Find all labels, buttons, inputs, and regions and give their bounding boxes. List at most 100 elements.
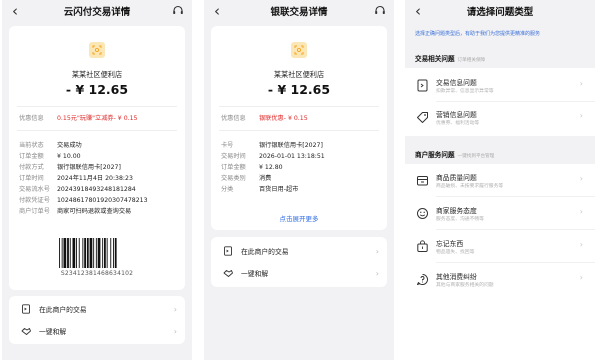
back-arrow-icon[interactable]: ‹ (415, 1, 421, 21)
chevron-right-icon: › (579, 273, 583, 282)
customer-service-icon[interactable] (374, 5, 386, 17)
chevron-right-icon: › (173, 304, 177, 314)
detail-key: 当前状态 (19, 142, 44, 149)
problem-item-marketing-info[interactable]: 营销信息问题 优惠券、福利活动等 › (405, 102, 595, 134)
item-title: 其他消费纠纷 (436, 273, 477, 281)
divider (17, 130, 177, 131)
package-icon (417, 176, 428, 186)
action-label: 一键和解 (39, 328, 67, 336)
item-desc: 扣款异常、信息显示异常等 (436, 89, 494, 94)
detail-value: ¥ 12.80 (259, 164, 283, 171)
detail-value: 银行银联信用卡[2027] (259, 142, 323, 149)
problem-item-transaction-info[interactable]: 交易信息问题 扣款异常、信息显示异常等 › (405, 70, 595, 102)
chevron-right-icon: › (579, 240, 583, 249)
one-click-settle-link[interactable]: 一键和解 › (211, 263, 387, 283)
merchant-transactions-link[interactable]: 在此商户的交易 › (9, 299, 185, 319)
document-icon (223, 246, 233, 256)
divider (436, 196, 595, 197)
nav-bar: ‹ 银联交易详情 (204, 0, 394, 22)
item-title: 交易信息问题 (436, 79, 477, 87)
detail-value: 20243918493248181284 (57, 186, 136, 193)
divider (219, 130, 379, 131)
problem-item-product-quality[interactable]: 商品质量问题 商品破损、未按要求履行服务等 › (405, 165, 595, 197)
detail-row: 分类 百货日用-超市 (221, 186, 381, 194)
back-arrow-icon[interactable]: ‹ (214, 1, 220, 21)
nav-bar: ‹ 请选择问题类型 (405, 0, 595, 22)
one-click-settle-link[interactable]: 一键和解 › (9, 321, 185, 341)
detail-key: 付款方式 (19, 164, 44, 171)
item-desc: 商品破损、未按要求履行服务等 (436, 184, 504, 189)
detail-row: 交易类别 消费 (221, 175, 381, 183)
detail-value: 百货日用-超市 (259, 186, 299, 193)
detail-key: 交易时间 (221, 153, 246, 160)
detail-key: 交易类别 (221, 175, 246, 182)
detail-row: 订单金额 ¥ 12.80 (221, 164, 381, 172)
action-label: 在此商户的交易 (241, 248, 289, 256)
detail-row: 交易时间 2026-01-01 13:18:51 (221, 153, 381, 161)
bag-icon (417, 240, 428, 252)
item-desc: 优惠券、福利活动等 (436, 121, 480, 126)
hint-text: 选择正确问题类型后，有助于我们为您提供更精准的服务 (415, 31, 541, 37)
divider (436, 229, 595, 230)
detail-row: 商户订单号 商家可扫码退款或查询交易 (19, 208, 179, 216)
tag-icon (417, 112, 428, 123)
handshake-icon (223, 268, 233, 278)
promo-value: 银联优惠- ¥ 0.15 (259, 115, 308, 122)
detail-key: 分类 (221, 186, 234, 193)
section-title-transaction: 交易相关问题 订单相关保障 (415, 53, 485, 63)
document-icon (21, 304, 31, 314)
merchant-transactions-link[interactable]: 在此商户的交易 › (211, 241, 387, 261)
chevron-right-icon: › (579, 111, 583, 120)
page-title: 云闪付交易详情 (63, 7, 131, 18)
detail-row: 订单金额 ¥ 10.00 (19, 153, 179, 161)
detail-value: 2026-01-01 13:18:51 (259, 153, 325, 160)
item-title: 营销信息问题 (436, 111, 477, 119)
transaction-card: 某某社区便利店 - ¥ 12.65 优惠信息 银联优惠- ¥ 0.15 卡号 银… (211, 26, 387, 230)
problem-item-other-disputes[interactable]: 其他消费纠纷 其他与商家服务相关的问题 › (405, 264, 595, 296)
detail-key: 订单金额 (19, 153, 44, 160)
detail-row: 当前状态 交易成功 (19, 142, 179, 150)
problem-item-forgot-items[interactable]: 忘记东西 物品遗失、找回等 › (405, 231, 595, 263)
screen-union-transaction-detail: ‹ 银联交易详情 某某社区便利店 - ¥ 12.65 优惠信息 银联优惠- ¥ … (204, 0, 394, 360)
handshake-icon (21, 326, 31, 336)
transaction-amount: - ¥ 12.65 (65, 82, 129, 97)
detail-value: 商家可扫码退款或查询交易 (57, 208, 132, 215)
question-chat-icon (417, 274, 428, 285)
problem-item-service-attitude[interactable]: 商家服务态度 服务态度、沟通不畅等 › (405, 198, 595, 230)
detail-value: 交易成功 (57, 142, 82, 149)
transaction-card: 某某社区便利店 - ¥ 12.65 优惠信息 0.15元"玩赚"立减券- ¥ 0… (9, 26, 185, 290)
screen-unionpay-transaction-detail: ‹ 云闪付交易详情 某某社区便利店 - ¥ 12.65 优惠信息 0.15元"玩… (2, 0, 192, 360)
divider (219, 106, 379, 107)
detail-key: 交易流水号 (19, 186, 50, 193)
customer-service-icon[interactable] (172, 5, 184, 17)
section-subtitle: 订单相关保障 (457, 58, 486, 63)
page-title: 请选择问题类型 (466, 7, 534, 18)
merchant-name: 某某社区便利店 (273, 70, 325, 79)
smiley-icon (417, 208, 428, 219)
action-card: 在此商户的交易 › 一键和解 › (211, 237, 387, 287)
chevron-right-icon: › (579, 174, 583, 183)
expand-more-link[interactable]: 点击展开更多 (211, 213, 387, 223)
chevron-right-icon: › (375, 268, 379, 278)
detail-value: 银行银联信用卡[2027] (57, 164, 121, 171)
detail-key: 卡号 (221, 142, 234, 149)
section-title-merchant: 商户服务问题 一键找到平台管理 (415, 149, 494, 159)
divider (436, 262, 595, 263)
action-card: 在此商户的交易 › 一键和解 › (9, 296, 185, 344)
detail-value: ¥ 10.00 (57, 153, 81, 160)
page-title: 银联交易详情 (270, 7, 328, 18)
merchant-icon (89, 42, 105, 58)
back-arrow-icon[interactable]: ‹ (12, 1, 18, 21)
detail-row: 交易流水号 20243918493248181284 (19, 186, 179, 194)
detail-key: 订单时间 (19, 175, 44, 182)
item-desc: 服务态度、沟通不畅等 (436, 217, 484, 222)
chevron-right-icon: › (375, 246, 379, 256)
item-title: 商家服务态度 (436, 207, 477, 215)
item-title: 商品质量问题 (436, 174, 477, 182)
divider (17, 106, 177, 107)
detail-value: 2024年11月4日 20:38:23 (57, 175, 133, 182)
promo-key: 优惠信息 (19, 115, 44, 122)
merchant-problems-list: 商品质量问题 商品破损、未按要求履行服务等 › 商家服务态度 服务态度、沟通不畅… (405, 164, 595, 360)
section-subtitle: 一键找到平台管理 (457, 154, 495, 159)
promo-value: 0.15元"玩赚"立减券- ¥ 0.15 (57, 115, 138, 122)
